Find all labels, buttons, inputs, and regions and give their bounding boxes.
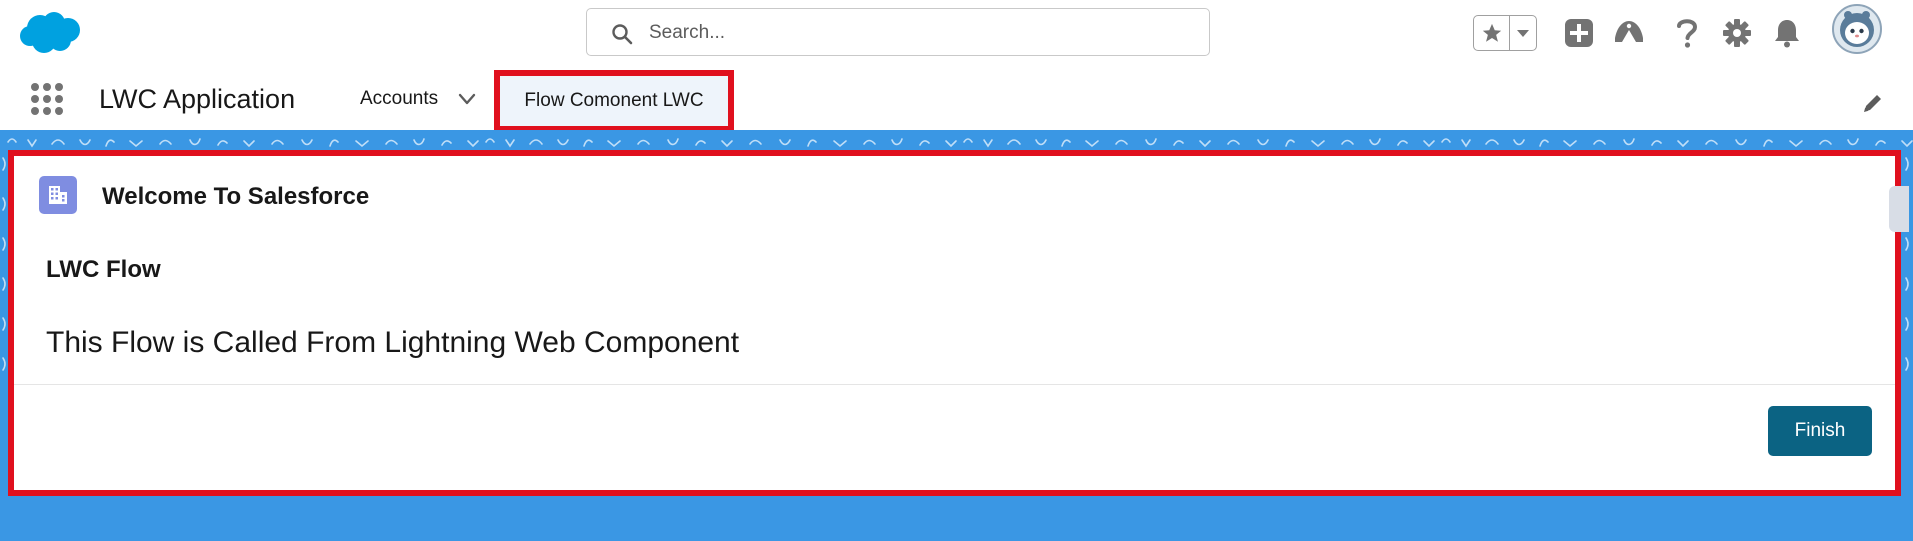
setup-button[interactable] (1720, 16, 1754, 50)
nav-item-label: Flow Comonent LWC (524, 90, 704, 111)
card-divider (14, 384, 1895, 385)
search-icon (612, 24, 633, 45)
add-icon (1565, 19, 1593, 47)
card-title: Welcome To Salesforce (102, 183, 370, 210)
nav-item-accounts[interactable]: Accounts (360, 78, 478, 120)
finish-button[interactable]: Finish (1768, 406, 1872, 456)
avatar[interactable] (1832, 4, 1882, 54)
navigation-bar: LWC Application Accounts Flow Comonent L… (0, 66, 1913, 132)
global-actions-button[interactable] (1562, 16, 1596, 50)
utility-panel-handle[interactable] (1889, 186, 1909, 232)
flow-title: LWC Flow (46, 256, 161, 283)
gear-icon (1723, 19, 1751, 47)
global-header (0, 0, 1913, 66)
bell-icon (1775, 20, 1799, 48)
favorites-group (1473, 15, 1537, 51)
astro-avatar-icon (1840, 11, 1874, 47)
trailhead-button[interactable] (1612, 16, 1646, 50)
trailhead-icon (1615, 21, 1643, 42)
nav-item-flow-component-lwc[interactable]: Flow Comonent LWC (494, 70, 734, 132)
chevron-down-icon[interactable] (456, 88, 478, 110)
chevron-down-icon (1517, 30, 1530, 37)
help-icon (1677, 19, 1698, 48)
salesforce-logo[interactable] (18, 10, 84, 56)
search-input[interactable] (647, 18, 1191, 48)
favorites-dropdown-button[interactable] (1510, 16, 1536, 50)
global-search[interactable] (586, 8, 1210, 56)
flow-text: This Flow is Called From Lightning Web C… (46, 326, 740, 359)
flow-card: Welcome To Salesforce LWC Flow This Flow… (8, 150, 1901, 496)
building-glyph (49, 186, 67, 204)
favorites-button[interactable] (1474, 16, 1511, 50)
help-button[interactable] (1670, 16, 1704, 50)
building-icon (39, 176, 77, 214)
pencil-icon[interactable] (1862, 92, 1884, 114)
star-icon (1482, 23, 1501, 42)
app-launcher-icon[interactable] (30, 82, 64, 116)
notifications-button[interactable] (1770, 16, 1804, 50)
nav-item-label: Accounts (360, 88, 439, 109)
app-name: LWC Application (99, 84, 296, 114)
